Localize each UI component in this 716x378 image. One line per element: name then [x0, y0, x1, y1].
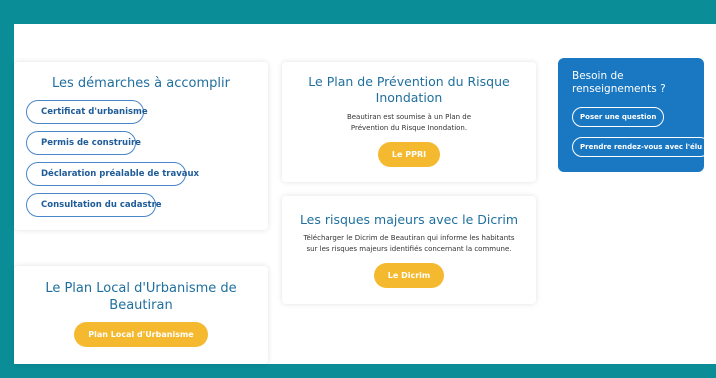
- consultation-cadastre-button[interactable]: Consultation du cadastre: [26, 193, 162, 217]
- plu-title: Le Plan Local d'Urbanisme de Beautiran: [45, 281, 237, 313]
- content-area: Les démarches à accomplir Certificat d'u…: [14, 24, 716, 364]
- ask-question-button[interactable]: Poser une question: [572, 107, 665, 127]
- dicrim-title: Les risques majeurs avec le Dicrim: [299, 212, 519, 227]
- dicrim-card: Les risques majeurs avec le Dicrim Téléc…: [282, 196, 536, 304]
- ppri-button[interactable]: Le PPRI: [377, 142, 441, 167]
- plu-card: Le Plan Local d'Urbanisme de Beautiran P…: [14, 266, 268, 364]
- permis-construire-button[interactable]: Permis de construire: [26, 131, 141, 155]
- page-frame: Les démarches à accomplir Certificat d'u…: [0, 0, 716, 378]
- appointment-button[interactable]: Prendre rendez-vous avec l'élu: [572, 137, 711, 157]
- certificat-urbanisme-button[interactable]: Certificat d'urbanisme: [26, 100, 148, 124]
- ppri-card: Le Plan de Prévention du Risque Inondati…: [282, 62, 536, 182]
- help-title: Besoin de renseignements ?: [572, 70, 666, 95]
- demarches-title: Les démarches à accomplir: [52, 76, 230, 91]
- demarches-card: Les démarches à accomplir Certificat d'u…: [14, 62, 268, 230]
- ppri-description: Beautiran est soumise à un Plan de Préve…: [346, 113, 472, 132]
- help-card: Besoin de renseignements ? Poser une que…: [558, 58, 711, 172]
- dicrim-button[interactable]: Le Dicrim: [373, 263, 445, 288]
- dicrim-description: Télécharger le Dicrim de Beautiran qui i…: [303, 234, 515, 253]
- declaration-prealable-button[interactable]: Déclaration préalable de travaux: [26, 162, 199, 186]
- ppri-title: Le Plan de Prévention du Risque Inondati…: [308, 74, 510, 105]
- plu-button[interactable]: Plan Local d'Urbanisme: [74, 322, 208, 347]
